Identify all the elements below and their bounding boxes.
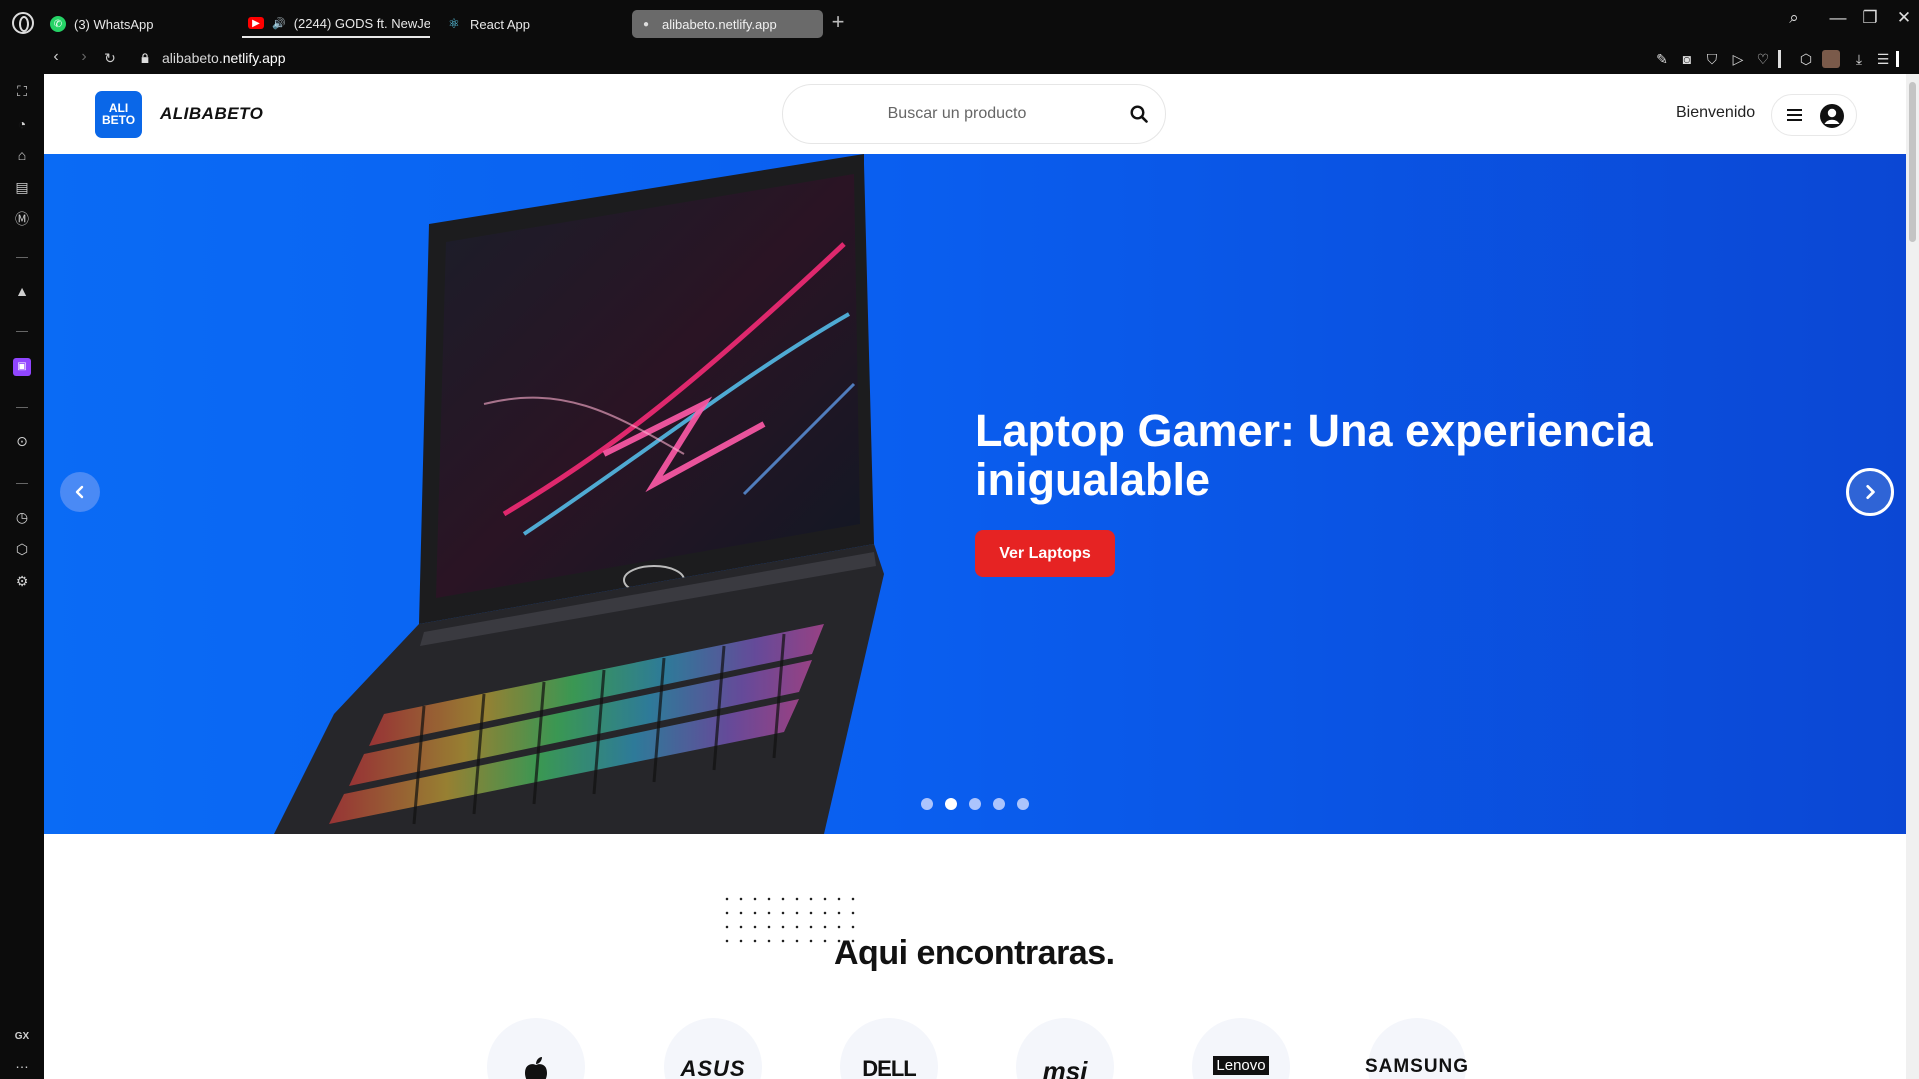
tab-label: (2244) GODS ft. NewJeans [293,15,430,31]
back-button[interactable]: ‹ [46,48,66,66]
dell-logo: DELL [862,1056,916,1079]
brand-msi[interactable]: msi [1016,1018,1114,1079]
brand-apple[interactable] [487,1018,585,1079]
settings-icon[interactable]: ⚙ [13,572,31,590]
extensions-icon[interactable]: ⬡ [13,540,31,558]
asus-logo: ASUS [680,1056,746,1079]
heart-icon[interactable]: ♡ [1754,50,1772,68]
search-tabs-icon[interactable]: ⌕ [1782,8,1806,28]
gx-corner-icon[interactable]: ⛶ [13,82,31,100]
divider [1778,50,1781,68]
url-domain: netlify.app [222,50,286,66]
gx-cleaner-icon[interactable]: ⌂ [13,146,31,164]
logo-line2: BETO [101,113,136,127]
carousel-dot[interactable] [1017,798,1029,810]
site-icon: ● [642,18,650,30]
user-menu-button[interactable] [1771,94,1857,136]
carousel-prev-button[interactable] [60,472,100,512]
chevron-left-icon [75,485,84,499]
profile-avatar[interactable] [1822,50,1840,68]
history-icon[interactable]: ◷ [13,508,31,526]
ver-laptops-button[interactable]: Ver Laptops [975,530,1115,577]
page-scrollbar[interactable] [1906,74,1919,1079]
chevron-right-icon [1866,484,1875,500]
msi-logo: msi [1042,1056,1088,1079]
more-icon[interactable]: … [13,1054,31,1072]
apple-logo-icon [525,1057,547,1079]
section-title: Aqui encontraras. [834,934,1115,972]
carousel-dot-active[interactable] [945,798,957,810]
sidebar-toggle[interactable] [1896,51,1899,67]
download-icon[interactable]: ⤓ [1850,50,1868,68]
gx-control-icon[interactable]: ◔ [13,115,31,133]
url-field[interactable]: alibabeto.netlify.app [162,50,286,66]
carousel-dot[interactable] [921,798,933,810]
easy-setup-icon[interactable]: ☰ [1874,50,1892,68]
tab-whatsapp[interactable]: ✆ (3) WhatsApp [44,10,224,38]
opera-logo-icon[interactable] [12,12,34,34]
tab-react-app[interactable]: ⚛ React App [440,10,620,38]
tab-islands-icon[interactable]: ▤ [13,178,31,196]
browser-tab-bar: ✆ (3) WhatsApp ▶ 🔊 (2244) GODS ft. NewJe… [0,0,1919,44]
brand-samsung[interactable]: SAMSUNG [1364,1018,1470,1079]
close-window-button[interactable]: ✕ [1892,8,1916,28]
minimize-button[interactable]: — [1826,8,1850,28]
sidebar-separator [16,257,28,258]
react-icon: ⚛ [448,16,460,31]
carousel-dot[interactable] [969,798,981,810]
user-avatar-icon [1820,104,1844,128]
carousel-dot[interactable] [993,798,1005,810]
carousel-indicators [921,798,1029,810]
hero-title: Laptop Gamer: Una experiencia inigualabl… [975,405,1653,505]
hamburger-menu-icon [1787,109,1802,121]
new-tab-button[interactable]: + [827,11,849,34]
url-prefix: alibabeto. [162,50,223,66]
brand-lenovo[interactable]: Lenovo [1192,1018,1290,1079]
sidebar-separator [16,483,28,484]
brand-name[interactable]: ALIBABETO [160,104,263,124]
snapshot-edit-icon[interactable]: ✎ [1653,50,1671,68]
cube-icon[interactable]: ⬡ [1797,50,1815,68]
tab-label: alibabeto.netlify.app [662,16,777,32]
tab-youtube[interactable]: ▶ 🔊 (2244) GODS ft. NewJeans [242,10,430,38]
scrollbar-thumb[interactable] [1909,82,1916,242]
brand-asus[interactable]: ASUS [664,1018,762,1079]
search-input[interactable] [807,101,1107,127]
speaker-icon[interactable]: 🔊 [272,17,286,30]
hero-carousel: Laptop Gamer: Una experiencia inigualabl… [44,154,1906,834]
tab-label: (3) WhatsApp [74,16,154,32]
restore-button[interactable]: ❐ [1858,8,1882,28]
lenovo-logo: Lenovo [1213,1056,1269,1075]
tab-label: React App [470,16,530,32]
search-icon[interactable] [1129,104,1149,124]
browser-sidebar: ⛶ ◔ ⌂ ▤ Ⓜ ▲ ▣ ⊙ ◷ ⬡ ⚙ GX … [0,74,44,1079]
camera-icon[interactable]: ◙ [1678,50,1696,68]
welcome-text: Bienvenido [1676,104,1756,121]
laptop-image [274,154,884,834]
whatsapp-icon: ✆ [50,16,66,32]
twitch-icon[interactable]: ▣ [13,358,31,376]
site-logo[interactable]: ALI BETO [95,91,142,138]
send-icon[interactable]: ▷ [1729,50,1747,68]
search-bar [782,84,1166,144]
sidebar-separator [16,331,28,332]
brand-dell[interactable]: DELL [840,1018,938,1079]
youtube-icon: ▶ [248,17,264,29]
reload-button[interactable]: ↻ [100,50,120,67]
music-player-icon[interactable]: Ⓜ [13,210,31,228]
forward-button[interactable]: › [74,48,94,66]
sidebar-separator [16,407,28,408]
samsung-logo: SAMSUNG [1364,1056,1470,1077]
gx-icon[interactable]: GX [13,1028,31,1046]
address-bar: ‹ › ↻ alibabeto.netlify.app ✎ ◙ ⛉ ▷ ♡ ⬡ … [0,44,1919,74]
carousel-next-button[interactable] [1846,468,1894,516]
tab-alibabeto[interactable]: ● alibabeto.netlify.app [632,10,823,38]
aria-icon[interactable]: ▲ [13,282,31,300]
shield-icon[interactable]: ⛉ [1703,50,1721,68]
site-header: ALI BETO ALIBABETO Bienvenido [44,74,1906,154]
lock-icon [141,53,149,63]
web-page: ALI BETO ALIBABETO Bienvenido [44,74,1906,1079]
player-icon[interactable]: ⊙ [13,432,31,450]
